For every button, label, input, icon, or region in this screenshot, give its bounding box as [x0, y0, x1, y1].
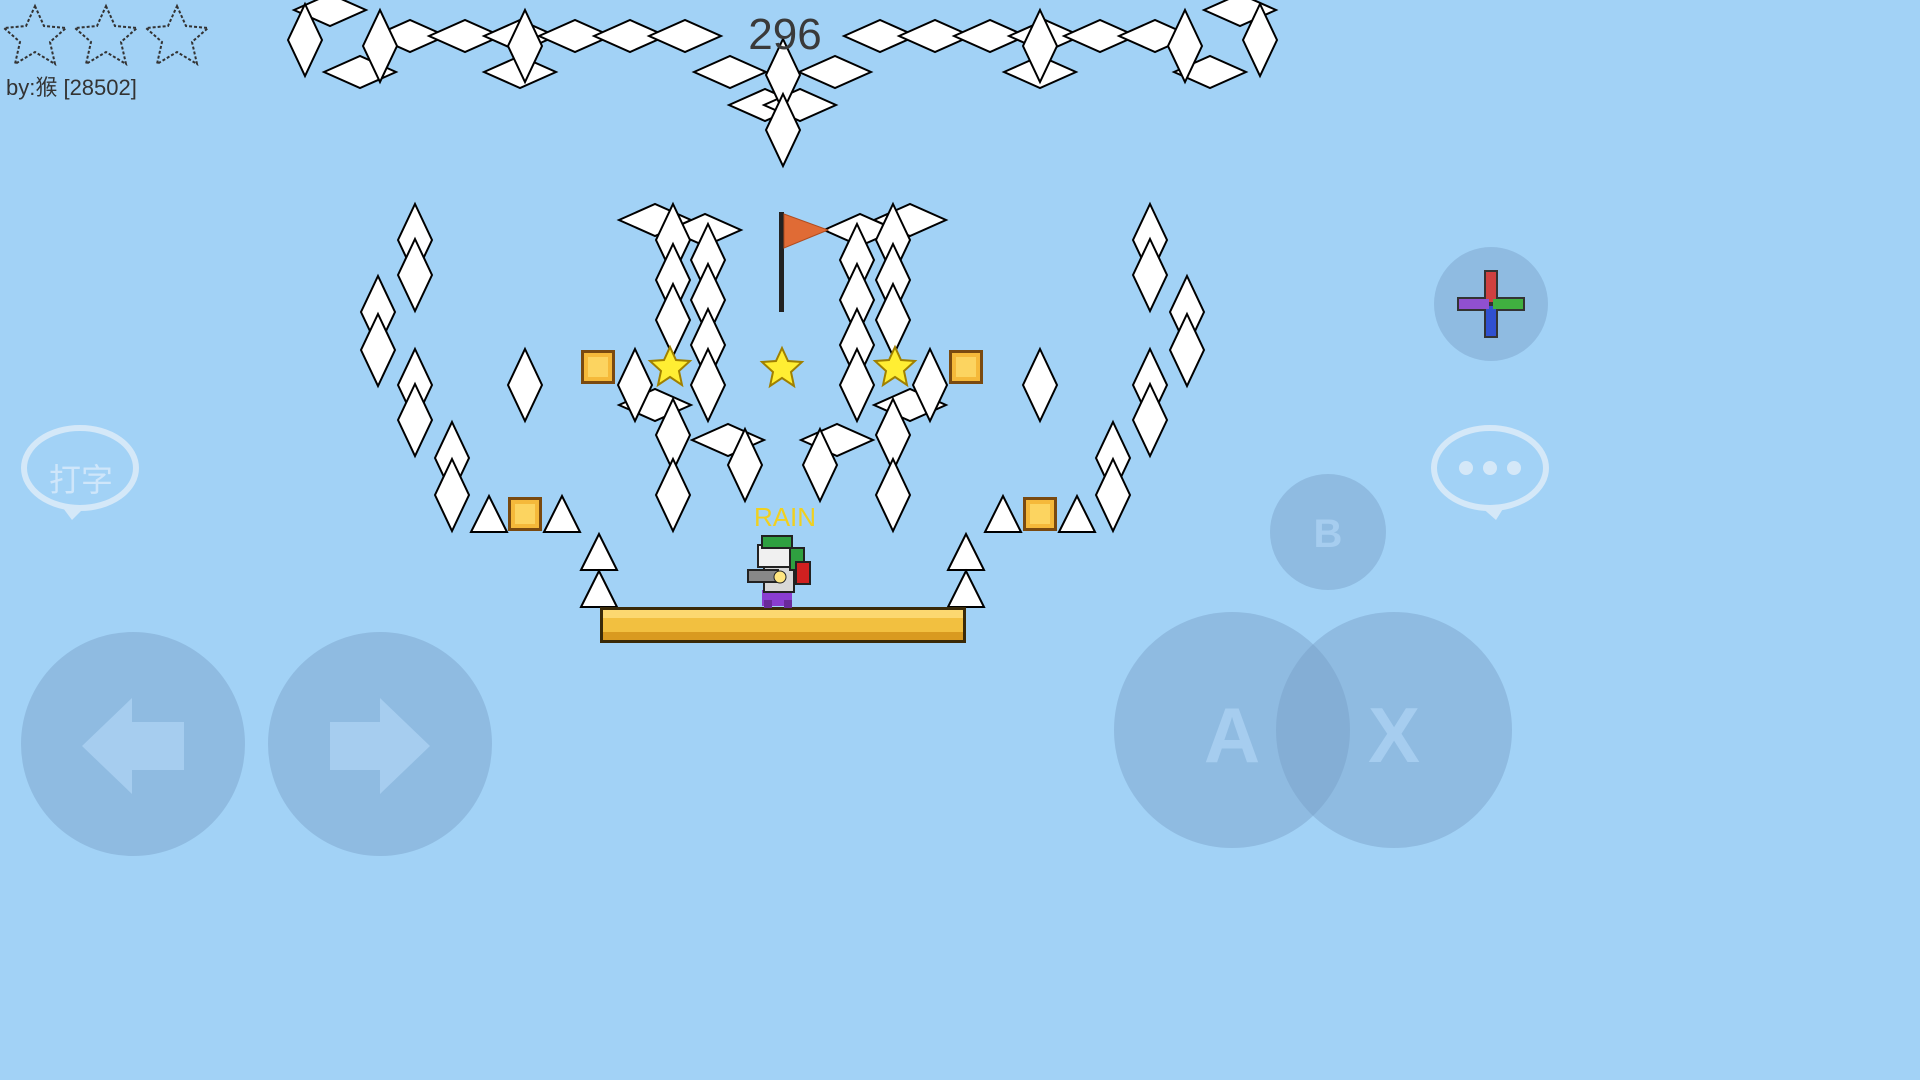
- chat-left-label: 打字: [48, 462, 113, 498]
- yellow-platform: [600, 607, 966, 643]
- goal-flag: [779, 212, 830, 312]
- a-button-label: A: [1203, 691, 1261, 779]
- block-lower-right: [1023, 497, 1057, 531]
- hud-star-1: [1, 3, 69, 67]
- x-button-label: X: [1367, 691, 1421, 779]
- level-author: by:猴 [28502]: [6, 75, 137, 100]
- block-lower-left: [508, 497, 542, 531]
- collectible-star-left: [649, 346, 691, 386]
- collectible-star-right: [874, 346, 916, 386]
- player-name-tag: RAIN: [753, 502, 817, 532]
- player-character: [747, 535, 811, 608]
- level-timer: 296: [748, 10, 822, 59]
- inner-left-spikes: [617, 203, 765, 532]
- left-outer-spikes: [360, 203, 543, 532]
- left-button[interactable]: [21, 632, 245, 856]
- menu-plus-button[interactable]: [1434, 247, 1548, 361]
- block-upper-right: [949, 350, 983, 384]
- hud-star-3: [143, 3, 211, 67]
- block-upper-left: [581, 350, 615, 384]
- right-button[interactable]: [268, 632, 492, 856]
- inner-right-spikes: [800, 203, 948, 532]
- right-outer-spikes: [1022, 203, 1205, 532]
- collectible-star-center: [761, 347, 803, 387]
- chat-right-bubble[interactable]: [1431, 425, 1549, 520]
- hud-star-2: [72, 3, 140, 67]
- game-stage: [1, 0, 1549, 856]
- b-button-label: B: [1313, 512, 1343, 556]
- dots-icon: [1459, 461, 1473, 475]
